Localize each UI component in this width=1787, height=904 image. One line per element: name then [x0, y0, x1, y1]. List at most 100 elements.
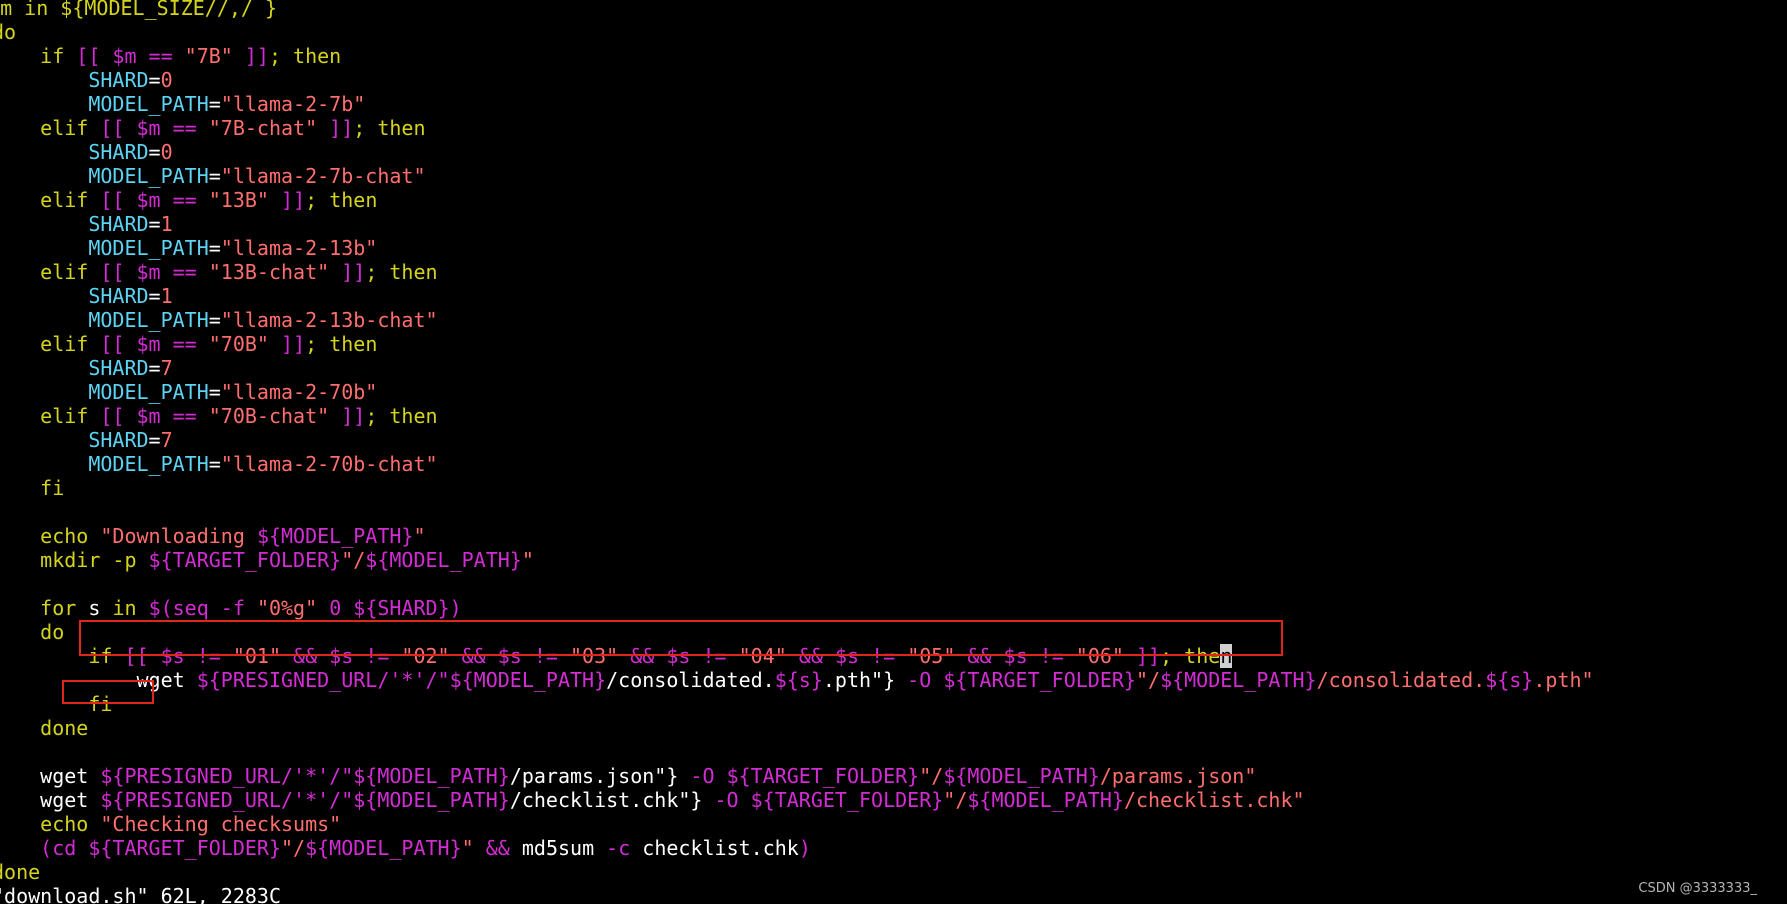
code-line: elif [[ $m == "70B-chat" ]]; then: [0, 404, 437, 428]
code-line: MODEL_PATH="llama-2-70b-chat": [0, 452, 437, 476]
code-line: elif [[ $m == "13B-chat" ]]; then: [0, 260, 437, 284]
code-token: ": [461, 836, 474, 860]
code-line: wget ${PRESIGNED_URL/'*'/"${MODEL_PATH}/…: [0, 788, 1304, 812]
code-line: MODEL_PATH="llama-2-7b": [0, 92, 365, 116]
code-token: [[ $m ==: [100, 188, 209, 212]
code-line: SHARD=7: [0, 428, 172, 452]
code-token: ": [413, 524, 426, 548]
code-token: ; then: [305, 188, 378, 212]
code-token: s: [88, 596, 113, 620]
code-token: ]]: [317, 116, 354, 140]
code-token: 7: [160, 356, 173, 380]
code-token: =: [208, 380, 221, 404]
code-token: -O: [895, 668, 944, 692]
code-line: for s in $(seq -f "0%g" 0 ${SHARD}): [0, 596, 461, 620]
code-line: (cd ${TARGET_FOLDER}"/${MODEL_PATH}" && …: [0, 836, 811, 860]
code-token: if: [40, 44, 77, 68]
code-token: =: [148, 212, 161, 236]
code-token: (cd: [40, 836, 89, 860]
code-token: =: [208, 236, 221, 260]
code-token: -O: [702, 788, 751, 812]
code-token: =: [208, 164, 221, 188]
code-line: echo "Checking checksums": [0, 812, 341, 836]
code-token: "/: [943, 788, 968, 812]
code-token: "0%g": [256, 596, 318, 620]
code-token: [[ $m ==: [100, 404, 209, 428]
code-token: /consolidated.: [606, 668, 775, 692]
code-line: elif [[ $m == "70B" ]]; then: [0, 332, 377, 356]
code-token: ${TARGET_FOLDER}: [148, 548, 342, 572]
code-line: MODEL_PATH="llama-2-70b": [0, 380, 377, 404]
code-token: echo: [40, 524, 101, 548]
code-token: ${MODEL_PATH}: [365, 548, 522, 572]
code-token: elif: [40, 260, 101, 284]
terminal-window[interactable]: r m in ${MODEL_SIZE//,/ }do if [[ $m == …: [0, 0, 1787, 904]
code-token: /checklist.chk"}: [509, 788, 703, 812]
code-line: do: [0, 620, 64, 644]
code-token: "llama-2-13b-chat": [220, 308, 438, 332]
code-token: checklist.chk: [642, 836, 799, 860]
code-line: wget ${PRESIGNED_URL/'*'/"${MODEL_PATH}/…: [0, 668, 1594, 692]
code-token: "download.sh" 62L, 2283C: [0, 884, 281, 904]
code-token: ${MODEL_PATH}: [353, 764, 510, 788]
code-token: "/: [281, 836, 306, 860]
code-token: =: [148, 284, 161, 308]
code-line: do: [0, 20, 16, 44]
code-token: ${MODEL_PATH}: [943, 764, 1100, 788]
code-line: done: [0, 860, 40, 884]
code-token: md5sum: [521, 836, 607, 860]
code-token: ${PRESIGNED_URL/'*'/": [100, 788, 354, 812]
code-line: SHARD=0: [0, 68, 172, 92]
code-token: SHARD: [88, 284, 149, 308]
code-token: "13B-chat": [208, 260, 330, 284]
code-line: "download.sh" 62L, 2283C: [0, 884, 281, 904]
code-token: =: [148, 140, 161, 164]
code-token: ${MODEL_PATH}: [353, 788, 510, 812]
code-token: done: [0, 860, 41, 884]
code-token: ${TARGET_FOLDER}: [750, 788, 944, 812]
code-token: "7B": [184, 44, 233, 68]
watermark: CSDN @3333333_: [1638, 881, 1757, 896]
code-token: /params.json": [1099, 764, 1257, 788]
code-token: MODEL_PATH: [88, 164, 209, 188]
code-line: mkdir -p ${TARGET_FOLDER}"/${MODEL_PATH}…: [0, 548, 534, 572]
code-token: ${TARGET_FOLDER}: [943, 668, 1136, 692]
code-token: =: [148, 68, 161, 92]
code-token: "/: [341, 548, 366, 572]
code-token: &&: [473, 836, 522, 860]
code-token: ${MODEL_PATH}: [1160, 668, 1317, 692]
code-token: SHARD: [88, 356, 149, 380]
code-line: SHARD=1: [0, 212, 172, 236]
code-token: =: [208, 308, 221, 332]
code-token: ${TARGET_FOLDER}: [726, 764, 920, 788]
code-token: ${MODEL_PATH}: [256, 524, 414, 548]
highlight-box-if-condition: [79, 620, 1283, 656]
code-line: wget ${PRESIGNED_URL/'*'/"${MODEL_PATH}/…: [0, 764, 1256, 788]
code-token: elif: [40, 332, 101, 356]
code-line: elif [[ $m == "13B" ]]; then: [0, 188, 377, 212]
code-token: =: [208, 92, 221, 116]
code-token: mkdir -p: [40, 548, 149, 572]
code-token: ): [798, 836, 811, 860]
code-token: MODEL_PATH: [88, 308, 209, 332]
code-token: SHARD: [88, 212, 149, 236]
code-token: -c: [606, 836, 643, 860]
code-token: ; then: [353, 116, 426, 140]
code-token: "70B": [208, 332, 269, 356]
